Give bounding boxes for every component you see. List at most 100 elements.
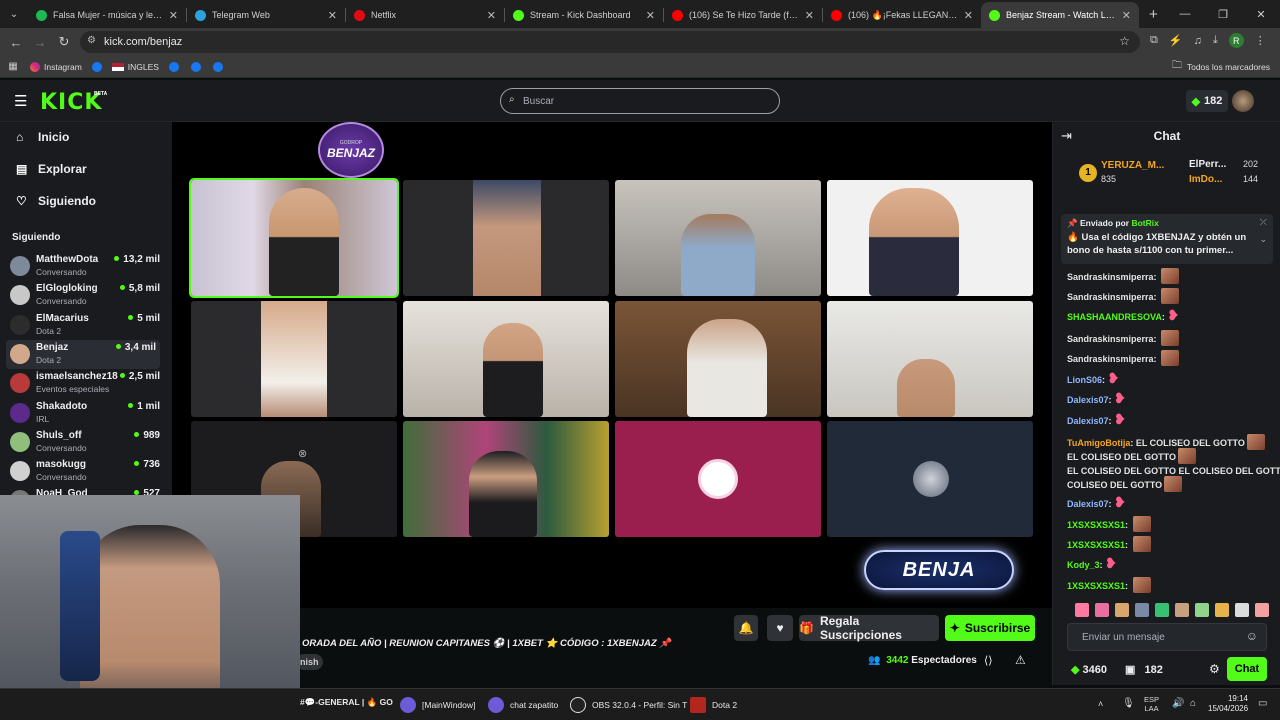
emote-icon[interactable]: [1215, 603, 1229, 617]
search-input[interactable]: ⌕ Buscar: [500, 88, 780, 114]
chat-settings-icon[interactable]: ⚙: [1209, 662, 1220, 676]
screenshot-icon[interactable]: ⧉: [1150, 34, 1158, 47]
pinned-message[interactable]: 📌 Enviado por BotRix 🔥 Usa el código 1XB…: [1061, 214, 1273, 264]
chat-kicks[interactable]: ◆ 3460: [1071, 663, 1107, 676]
following-channel[interactable]: Shuls_off Conversando 989: [10, 428, 160, 457]
share-icon[interactable]: ⟨⟩: [984, 654, 993, 667]
language-indicator[interactable]: ESP LAA: [1144, 695, 1159, 713]
chat-username[interactable]: LionS06: [1067, 375, 1102, 385]
facebook-icon[interactable]: [91, 61, 102, 72]
chat-username[interactable]: 1XSXSXSXS1: [1067, 540, 1125, 550]
report-icon[interactable]: ⚠: [1015, 653, 1026, 667]
following-channel[interactable]: ElMacarius Dota 2 5 mil: [10, 311, 160, 340]
close-window-icon[interactable]: ✕: [1242, 8, 1280, 21]
close-tab-icon[interactable]: ✕: [964, 9, 973, 22]
all-bookmarks[interactable]: 🗀 Todos los marcadores: [1172, 58, 1270, 75]
bookmark-star-icon[interactable]: ☆: [1119, 34, 1130, 48]
url-field[interactable]: ⚙ kick.com/benjaz ☆: [80, 31, 1140, 53]
tray-chevron-icon[interactable]: ˄: [1098, 699, 1103, 709]
expand-icon[interactable]: ⌄: [1259, 234, 1267, 245]
nav-explorar[interactable]: ▤ Explorar: [16, 162, 87, 176]
browser-tab[interactable]: Falsa Mujer - música y letra de ✕: [28, 2, 186, 28]
facebook-icon[interactable]: [190, 61, 201, 72]
chat-username[interactable]: Dalexis07: [1067, 416, 1109, 426]
nav-siguiendo[interactable]: ♡ Siguiendo: [16, 194, 96, 208]
bookmark-instagram[interactable]: Instagram: [30, 61, 82, 72]
close-tab-icon[interactable]: ✕: [1122, 9, 1131, 22]
hamburger-menu-icon[interactable]: ☰: [14, 92, 27, 110]
emote-icon[interactable]: [1235, 603, 1249, 617]
chat-username[interactable]: 1XSXSXSXS1: [1067, 520, 1125, 530]
close-tab-icon[interactable]: ✕: [487, 9, 496, 22]
browser-tab[interactable]: Telegram Web ✕: [187, 2, 345, 28]
emoji-picker-icon[interactable]: ☺: [1246, 629, 1258, 643]
extensions-icon[interactable]: ⚡: [1169, 34, 1183, 47]
chat-message-input[interactable]: Enviar un mensaje ☺: [1067, 623, 1267, 651]
browser-tab[interactable]: Benjaz Stream - Watch Live ✕: [981, 2, 1139, 28]
forward-icon[interactable]: →: [28, 35, 52, 50]
subscribe-button[interactable]: ✦ Suscribirse: [945, 615, 1035, 641]
emote-icon[interactable]: [1115, 603, 1129, 617]
profile-avatar[interactable]: R: [1228, 33, 1244, 48]
taskbar-item-chat[interactable]: chat zapatito: [488, 697, 558, 713]
site-info-icon[interactable]: ⚙: [87, 35, 96, 46]
apps-icon[interactable]: ▦: [0, 61, 26, 72]
taskbar-item-discord[interactable]: #💬-GENERAL | 🔥 GO: [300, 697, 393, 708]
follow-heart-button[interactable]: ♥: [767, 615, 793, 641]
chat-username[interactable]: Dalexis07: [1067, 395, 1109, 405]
close-tab-icon[interactable]: ✕: [328, 9, 337, 22]
chat-username[interactable]: Sandraskinsmiperra: [1067, 292, 1154, 302]
emote-icon[interactable]: [1195, 603, 1209, 617]
microphone-icon[interactable]: 🎙: [1122, 698, 1135, 709]
new-tab-button[interactable]: +: [1149, 6, 1158, 23]
chat-username[interactable]: Sandraskinsmiperra: [1067, 272, 1154, 282]
facebook-icon[interactable]: [212, 61, 223, 72]
chat-username[interactable]: TuAmigoBotija: [1067, 438, 1130, 448]
user-avatar[interactable]: [1232, 90, 1254, 112]
tab-search-icon[interactable]: ⌄: [0, 9, 28, 20]
reload-icon[interactable]: ↻: [52, 34, 76, 50]
video-player[interactable]: GODROP BENJAZ ⊗ BENJA: [172, 122, 1052, 608]
following-channel[interactable]: masokugg Conversando 736: [10, 457, 160, 486]
chat-gifts[interactable]: ▣ 182: [1125, 663, 1163, 676]
bookmark-ingles[interactable]: INGLES: [111, 62, 159, 72]
nav-inicio[interactable]: ⌂ Inicio: [16, 130, 69, 144]
taskbar-item-mainwindow[interactable]: [MainWindow]: [400, 697, 475, 713]
gift-subs-button[interactable]: 🎁 Regala Suscripciones: [799, 614, 939, 642]
volume-icon[interactable]: 🔊: [1172, 698, 1184, 709]
browser-tab[interactable]: Netflix ✕: [346, 2, 504, 28]
close-tab-icon[interactable]: ✕: [169, 9, 178, 22]
following-channel[interactable]: MatthewDota Conversando 13,2 mil: [10, 252, 160, 281]
minimize-icon[interactable]: —: [1166, 8, 1204, 20]
chat-username[interactable]: Sandraskinsmiperra: [1067, 334, 1154, 344]
send-chat-button[interactable]: Chat: [1227, 657, 1267, 681]
emote-icon[interactable]: [1075, 603, 1089, 617]
network-icon[interactable]: ⌂: [1190, 698, 1196, 709]
chat-username[interactable]: Kody_3: [1067, 560, 1100, 570]
maximize-icon[interactable]: ❐: [1204, 8, 1242, 21]
emote-icon[interactable]: [1095, 603, 1109, 617]
following-channel[interactable]: ismaelsanchez18 Eventos especiales 2,5 mil: [10, 369, 160, 398]
close-tab-icon[interactable]: ✕: [805, 9, 814, 22]
menu-icon[interactable]: ⋮: [1255, 34, 1266, 47]
chat-username[interactable]: Sandraskinsmiperra: [1067, 354, 1154, 364]
chat-username[interactable]: 1XSXSXSXS1: [1067, 581, 1125, 591]
emote-icon[interactable]: [1155, 603, 1169, 617]
close-tab-icon[interactable]: ✕: [646, 9, 655, 22]
browser-tab[interactable]: (106) Se Te Hizo Tarde (feat. Ele ✕: [664, 2, 822, 28]
clock[interactable]: 19:14 15/04/2026: [1208, 694, 1248, 714]
chat-username[interactable]: SHASHAANDRESOVA: [1067, 312, 1162, 322]
media-icon[interactable]: ♫: [1194, 35, 1202, 47]
taskbar-item-dota[interactable]: Dota 2: [690, 697, 737, 713]
following-channel[interactable]: Shakadoto IRL 1 mil: [10, 399, 160, 428]
emote-icon[interactable]: [1175, 603, 1189, 617]
unpin-icon[interactable]: ⤫: [1260, 217, 1267, 228]
emote-icon[interactable]: [1135, 603, 1149, 617]
back-icon[interactable]: ←: [4, 35, 28, 50]
notifications-icon[interactable]: ▭: [1258, 698, 1267, 709]
emote-icon[interactable]: [1255, 603, 1269, 617]
chat-username[interactable]: Dalexis07: [1067, 499, 1109, 509]
browser-tab[interactable]: (106) 🔥¡Fekas LLEGAN a Colo ✕: [823, 2, 981, 28]
following-channel[interactable]: ElGlogloking Conversando 5,8 mil: [10, 281, 160, 310]
notification-bell-button[interactable]: 🔔: [734, 615, 758, 641]
